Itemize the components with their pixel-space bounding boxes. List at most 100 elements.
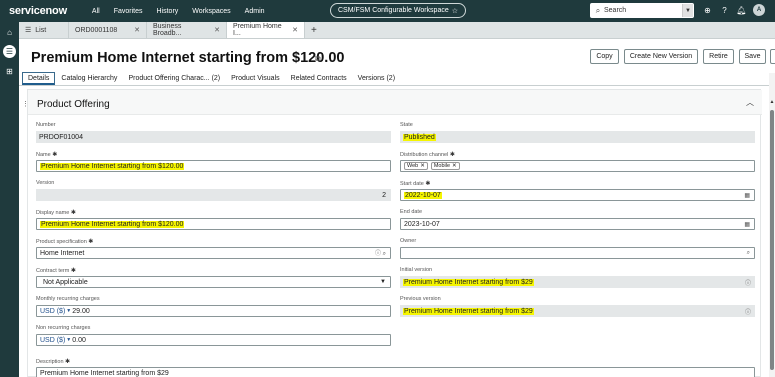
end-date-label: End date xyxy=(400,209,423,215)
owner-field[interactable]: ⌕ xyxy=(400,247,755,259)
label-text: Name xyxy=(36,152,51,158)
channel-chip-mobile[interactable]: Mobile ✕ xyxy=(430,162,460,170)
currency-select[interactable]: USD ($) xyxy=(40,308,65,315)
monthly-field[interactable]: USD ($) ▼ 29.00 xyxy=(36,305,391,317)
start-date-label: Start date ✱ xyxy=(400,180,430,187)
version-label: Version xyxy=(36,180,55,186)
home-icon[interactable]: ⌂ xyxy=(3,26,16,39)
close-icon[interactable]: ✕ xyxy=(452,163,457,169)
close-icon[interactable]: ✕ xyxy=(214,26,220,34)
previous-version-field: Premium Home Internet starting from $29 … xyxy=(400,305,755,317)
left-rail: ⌂ ☰ ⊞ xyxy=(0,22,19,377)
bell-icon[interactable]: 🔔︎ xyxy=(736,4,747,17)
star-icon[interactable]: ☆ xyxy=(452,7,458,15)
start-date-field[interactable]: 2022-10-07 ▦ xyxy=(400,189,755,201)
avatar[interactable]: A xyxy=(753,4,765,16)
chevron-down-icon: ▼ xyxy=(66,337,72,343)
product-spec-value: Home Internet xyxy=(40,249,85,257)
tab-label: ORD0001108 xyxy=(75,26,118,34)
create-new-version-button[interactable]: Create New Version xyxy=(624,49,698,64)
list-icon[interactable]: ☰ xyxy=(3,45,16,58)
scroll-up-icon[interactable]: ▲ xyxy=(769,99,775,105)
non-recurring-field[interactable]: USD ($) ▼ 0.00 xyxy=(36,334,391,346)
description-field[interactable]: Premium Home Internet starting from $29 xyxy=(36,367,755,377)
end-date-value: 2023-10-07 xyxy=(404,220,440,228)
tab-details[interactable]: Details xyxy=(22,72,56,85)
section-header: ⋮ Product Offering ︿ xyxy=(22,90,762,115)
search-scope-dropdown[interactable]: ▼ xyxy=(682,4,693,17)
tab-business-broadband[interactable]: Business Broadb... ✕ xyxy=(147,22,227,38)
channel-chip-web[interactable]: Web ✕ xyxy=(404,162,428,170)
search-icon: ⌕ xyxy=(595,5,601,15)
distribution-channel-field[interactable]: Web ✕ Mobile ✕ xyxy=(400,160,755,172)
tab-label: List xyxy=(35,26,47,34)
help-icon[interactable]: ? xyxy=(719,4,730,17)
number-field: PRDOF01004 xyxy=(36,131,391,143)
globe-icon[interactable]: ⊕ xyxy=(702,4,713,17)
nav-all[interactable]: All xyxy=(85,8,107,15)
info-icon[interactable]: ⓘ xyxy=(745,278,751,287)
required-icon: ✱ xyxy=(425,181,431,187)
display-name-value: Premium Home Internet starting from $120… xyxy=(40,220,185,228)
scrollbar-thumb[interactable] xyxy=(770,110,774,370)
contract-term-select[interactable]: Not Applicable ▼ xyxy=(36,276,391,288)
close-icon[interactable]: ✕ xyxy=(292,26,298,34)
previous-version-label: Previous version xyxy=(400,296,441,302)
tab-premium-home[interactable]: Premium Home I... ✕ xyxy=(227,22,305,38)
close-icon[interactable]: ✕ xyxy=(134,26,140,34)
global-search[interactable]: ⌕ Search ▼ xyxy=(590,3,694,18)
name-value: Premium Home Internet starting from $120… xyxy=(40,162,185,170)
save-button[interactable]: Save xyxy=(739,49,766,64)
name-label: Name ✱ xyxy=(36,151,57,158)
more-actions-button[interactable] xyxy=(770,49,775,64)
tab-versions[interactable]: Versions (2) xyxy=(353,72,400,85)
add-tab-button[interactable]: + xyxy=(305,22,323,38)
number-value: PRDOF01004 xyxy=(39,133,83,141)
info-search-icons[interactable]: ⓘ ⌕ xyxy=(375,248,386,258)
record-title: Premium Home Internet starting from $120… xyxy=(31,50,345,66)
chevron-up-icon[interactable]: ︿ xyxy=(746,97,754,108)
close-icon[interactable]: ✕ xyxy=(420,163,425,169)
chip-label: Web xyxy=(407,163,419,169)
record-tabs: ☰ List ORD0001108 ✕ Business Broadb... ✕… xyxy=(19,22,775,39)
required-icon: ✱ xyxy=(70,268,76,274)
nav-admin[interactable]: Admin xyxy=(238,8,272,15)
product-offering-section: ⋮ Product Offering ︿ Number PRDOF01004 N… xyxy=(22,89,762,377)
display-name-field[interactable]: Premium Home Internet starting from $120… xyxy=(36,218,391,230)
info-icon[interactable]: ⓘ xyxy=(745,307,751,316)
tab-product-offering-characteristics[interactable]: Product Offering Charac... (2) xyxy=(123,72,225,85)
chevron-down-icon: ▼ xyxy=(380,279,386,285)
name-field[interactable]: Premium Home Internet starting from $120… xyxy=(36,160,391,172)
nav-history[interactable]: History xyxy=(150,8,186,15)
workspace-label: CSM/FSM Configurable Workspace xyxy=(337,7,449,14)
calendar-icon[interactable]: ▦ xyxy=(744,192,750,199)
nav-workspaces[interactable]: Workspaces xyxy=(185,8,237,15)
copy-button[interactable]: Copy xyxy=(590,49,619,64)
display-name-label: Display name ✱ xyxy=(36,209,76,216)
tab-related-contracts[interactable]: Related Contracts xyxy=(286,72,352,85)
drag-handle-icon[interactable]: ⋮ xyxy=(22,100,29,108)
hierarchy-icon[interactable]: ⊞ xyxy=(3,65,16,78)
retire-button[interactable]: Retire xyxy=(703,49,734,64)
non-recurring-label: Non recurring charges xyxy=(36,325,91,331)
copy-link-icon[interactable]: ⧉ xyxy=(315,54,321,64)
servicenow-logo[interactable]: servicenow xyxy=(9,5,67,17)
currency-select[interactable]: USD ($) xyxy=(40,337,65,344)
tab-catalog-hierarchy[interactable]: Catalog Hierarchy xyxy=(56,72,122,85)
label-text: Product specification xyxy=(36,239,87,245)
tab-list[interactable]: ☰ List xyxy=(19,22,69,38)
workspace-pill[interactable]: CSM/FSM Configurable Workspace ☆ xyxy=(330,3,466,18)
top-icons: ⊕ ? 🔔︎ A xyxy=(702,4,765,17)
calendar-icon[interactable]: ▦ xyxy=(744,221,750,228)
end-date-field[interactable]: 2023-10-07 ▦ xyxy=(400,218,755,230)
tab-label: Business Broadb... xyxy=(153,23,182,37)
search-input[interactable]: Search xyxy=(604,7,682,14)
nav-favorites[interactable]: Favorites xyxy=(107,8,150,15)
search-icon[interactable]: ⌕ xyxy=(747,250,750,257)
tab-product-visuals[interactable]: Product Visuals xyxy=(226,72,285,85)
product-spec-field[interactable]: Home Internet ⓘ ⌕ xyxy=(36,247,391,259)
required-icon: ✱ xyxy=(70,210,76,216)
tab-order[interactable]: ORD0001108 ✕ xyxy=(69,22,147,38)
monthly-value: 29.00 xyxy=(72,307,90,315)
contract-term-label: Contract term ✱ xyxy=(36,267,76,274)
